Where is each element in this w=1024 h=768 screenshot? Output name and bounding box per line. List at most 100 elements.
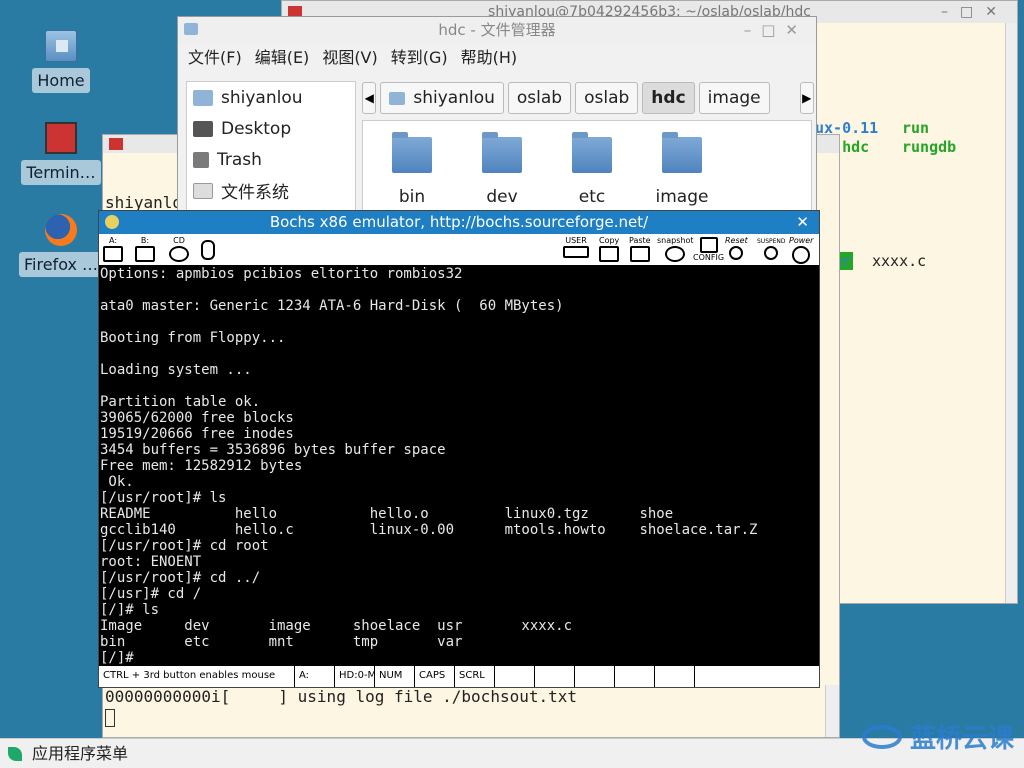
sidebar-item-home[interactable]: shiyanlou (187, 82, 355, 113)
folder-item-bin[interactable]: bin (367, 132, 457, 207)
floppy-icon (103, 246, 123, 262)
emulator-screen[interactable]: Options: apmbios pcibios eltorito rombio… (99, 266, 819, 666)
bochs-titlebar[interactable]: Bochs x86 emulator, http://bochs.sourcef… (99, 211, 819, 234)
desktop-icon-home[interactable]: Home (19, 30, 103, 93)
breadcrumb-item-image[interactable]: image (698, 82, 770, 114)
mouse-button[interactable] (201, 236, 215, 264)
breadcrumb-back-arrow-icon[interactable]: ◀ (362, 82, 377, 114)
floppy-a-button[interactable]: A: (103, 236, 123, 264)
home-folder-icon (45, 30, 77, 62)
status-num: NUM (375, 666, 415, 687)
copy-button[interactable]: Copy (599, 236, 619, 264)
menu-go[interactable]: 转到(G) (391, 43, 448, 73)
breadcrumb: ◀ shiyanlou oslab oslab hdc image ▶ (362, 81, 814, 115)
menu-edit[interactable]: 编辑(E) (255, 43, 310, 73)
menu-bar: 文件(F) 编辑(E) 视图(V) 转到(G) 帮助(H) (178, 43, 816, 73)
config-button[interactable]: CONFIG (693, 236, 724, 264)
suspend-button[interactable]: SUSPEND (757, 236, 786, 264)
sidebar-item-label: shiyanlou (221, 87, 303, 108)
status-mouse-hint: CTRL + 3rd button enables mouse (99, 666, 295, 687)
screen-line: Options: apmbios pcibios eltorito rombio… (100, 266, 463, 282)
terminal-scrollbar[interactable] (1005, 23, 1017, 603)
toolbar-label: SUSPEND (757, 238, 786, 245)
breadcrumb-item-oslab-2[interactable]: oslab (575, 82, 639, 114)
breadcrumb-forward-arrow-icon[interactable]: ▶ (799, 82, 814, 114)
folder-item-image[interactable]: image (637, 132, 727, 207)
window-controls[interactable]: –□✕ (941, 1, 1009, 23)
floppy-b-button[interactable]: B: (135, 236, 155, 264)
breadcrumb-item-hdc[interactable]: hdc (642, 82, 695, 114)
sidebar-item-label: Trash (217, 149, 262, 170)
sidebar-item-desktop[interactable]: Desktop (187, 113, 355, 144)
watermark-logo: 蓝桥云课 (861, 718, 1014, 755)
breadcrumb-item-oslab[interactable]: oslab (507, 82, 572, 114)
status-floppy: A: (295, 666, 335, 687)
screen-line: Free mem: 12582912 bytes (100, 458, 303, 474)
file-manager-titlebar[interactable]: hdc - 文件管理器 –□✕ (178, 17, 816, 43)
screen-line: Ok. (100, 474, 134, 490)
close-icon[interactable]: ✕ (796, 211, 809, 234)
screen-line: README hello hello.o linux0.tgz shoe (100, 506, 674, 522)
desktop-icon-label: Firefox … (19, 252, 104, 277)
terminal-icon (45, 122, 77, 154)
status-cell (495, 666, 535, 687)
screen-line: ata0 master: Generic 1234 ATA-6 Hard-Dis… (100, 298, 564, 314)
bochs-window[interactable]: Bochs x86 emulator, http://bochs.sourcef… (98, 210, 820, 688)
sidebar-item-filesystem[interactable]: 文件系统 (187, 175, 355, 206)
toolbar-label: Reset (725, 236, 748, 245)
screen-line: gcclib140 hello.c linux-0.00 mtools.howt… (100, 522, 758, 538)
file-manager-window[interactable]: hdc - 文件管理器 –□✕ 文件(F) 编辑(E) 视图(V) 转到(G) … (177, 16, 817, 216)
desktop-icon (193, 120, 213, 137)
bochs-logo-icon (105, 215, 119, 229)
sidebar-item-trash[interactable]: Trash (187, 144, 355, 175)
screen-line: 3454 buffers = 3536896 bytes buffer spac… (100, 442, 446, 458)
cdrom-button[interactable]: CD (169, 236, 189, 264)
screen-line (100, 314, 819, 330)
user-button[interactable]: USER (563, 236, 589, 264)
folder-item-dev[interactable]: dev (457, 132, 547, 207)
toolbar-label: Copy (599, 236, 620, 245)
keyboard-icon (563, 246, 589, 258)
sidebar-item-label: 文件系统 (221, 183, 289, 203)
toolbar-label: CD (173, 236, 185, 245)
screen-line: [/]# ls (100, 602, 160, 618)
window-controls[interactable]: –□✕ (744, 17, 808, 43)
toolbar-label: snapshot (657, 236, 694, 245)
paste-icon (629, 246, 650, 262)
applications-menu-button[interactable]: 应用程序菜单 (8, 739, 128, 768)
reset-button[interactable]: Reset (725, 236, 748, 264)
terminal-text: rungdb (902, 138, 957, 156)
folder-label: dev (486, 187, 518, 207)
screen-line: root: ENOENT (100, 554, 202, 570)
firefox-icon (45, 214, 77, 246)
screen-line: [/usr/root]# cd root (100, 538, 269, 554)
folder-icon (662, 132, 702, 173)
desktop-icon-terminal[interactable]: Termin… (19, 122, 103, 185)
power-button[interactable]: Power (789, 236, 813, 264)
menu-file[interactable]: 文件(F) (188, 43, 242, 73)
applications-menu-label: 应用程序菜单 (32, 744, 129, 763)
trash-icon (193, 151, 209, 168)
terminal-text: run (902, 119, 930, 137)
screen-line (100, 346, 819, 362)
window-title: hdc - 文件管理器 (438, 21, 556, 39)
paste-button[interactable]: Paste (629, 236, 651, 264)
menu-view[interactable]: 视图(V) (322, 43, 377, 73)
desktop-icon-firefox[interactable]: Firefox … (19, 214, 104, 277)
folder-item-etc[interactable]: etc (547, 132, 637, 207)
terminal-scrollbar[interactable] (825, 685, 839, 737)
leaf-icon (8, 747, 22, 761)
status-cell (575, 666, 615, 687)
menu-help[interactable]: 帮助(H) (461, 43, 518, 73)
screen-line: [/usr/root]# cd ../ (100, 570, 261, 586)
snapshot-button[interactable]: snapshot (657, 236, 694, 264)
folder-icon (572, 132, 612, 173)
file-view: bin dev etc image (362, 120, 812, 215)
breadcrumb-item-shiyanlou[interactable]: shiyanlou (380, 82, 504, 114)
screen-line: [/]# (100, 650, 134, 666)
toolbar-label: USER (565, 236, 587, 245)
home-folder-icon (193, 89, 213, 106)
folder-label: bin (398, 187, 426, 207)
status-cell (615, 666, 655, 687)
screen-line: bin etc mnt tmp var (100, 634, 463, 650)
